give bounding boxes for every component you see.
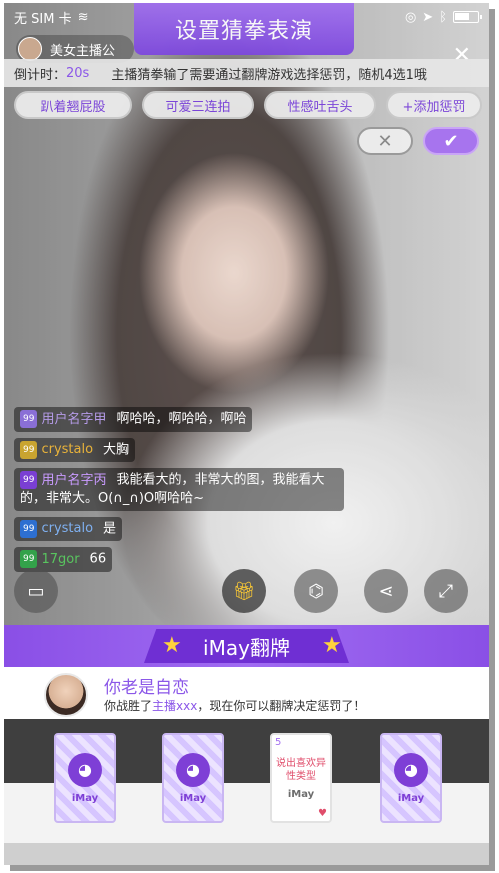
wifi-icon: ≋: [77, 9, 89, 25]
level-badge: 99: [20, 550, 38, 568]
punishment-option[interactable]: 趴着翘屁股: [14, 91, 132, 119]
winner-name: 你老是自恋: [104, 678, 189, 698]
punishment-option[interactable]: 性感吐舌头: [264, 91, 376, 119]
cancel-button[interactable]: ✕: [357, 127, 413, 155]
chat-text: 66: [89, 551, 107, 567]
chat-text: 大胸: [103, 442, 130, 457]
chat-username[interactable]: crystalo: [41, 521, 93, 536]
modal-title: iMay翻牌: [203, 635, 290, 660]
phone-screen: 无 SIM 卡 ≋ ◎ ➤ ᛒ 设置猜拳表演 美女主播公 ✕ 倒计时： 20s …: [4, 3, 489, 865]
level-badge: 99: [20, 440, 38, 459]
confirm-row: ✕ ✔: [357, 127, 479, 155]
card-back[interactable]: ◕ iMay: [162, 733, 224, 823]
level-badge: 99: [20, 410, 38, 428]
winner-info: 你老是自恋 你战胜了主播xxx，现在你可以翻牌决定惩罚了！: [4, 667, 489, 719]
level-badge: 99: [20, 471, 38, 489]
chat-text: 啊哈哈，啊哈哈，啊哈: [116, 411, 247, 427]
punishment-options: 趴着翘屁股 可爱三连拍 性感吐舌头 +添加惩罚: [4, 91, 489, 125]
bluetooth-icon: ᛒ: [439, 9, 447, 25]
check-icon: ✔: [443, 130, 459, 152]
card-front[interactable]: 5 说出喜欢异性类型 iMay ♥: [270, 733, 332, 823]
heart-icon: ♥: [318, 808, 327, 819]
imay-logo-icon: ◕: [176, 752, 210, 787]
punishment-option[interactable]: 可爱三连拍: [142, 91, 254, 119]
chat-message: 99 用户名字甲 啊哈哈，啊哈哈，啊哈: [14, 407, 253, 432]
carrier-label: 无 SIM 卡: [14, 11, 72, 27]
lock-icon: ◎: [404, 9, 417, 25]
card-back[interactable]: ◕ iMay: [54, 733, 116, 823]
share-icon[interactable]: ⋖: [364, 569, 408, 613]
topic-text: 主播猜拳输了需要通过翻牌游戏选择惩罚，随机4选1哦: [111, 67, 427, 83]
chat-username[interactable]: 用户名字丙: [41, 473, 106, 488]
location-icon: ➤: [422, 9, 434, 25]
imay-logo-icon: ◕: [394, 752, 428, 787]
chat-text: 是: [103, 521, 117, 536]
chat-message: 99 用户名字丙 我能看大的，非常大的图，我能看大的，非常大。O(∩_∩)O啊哈哈~: [14, 468, 344, 511]
host-link[interactable]: 主播xxx: [152, 699, 197, 713]
page-title: 设置猜拳表演: [134, 3, 354, 55]
level-badge: 99: [20, 519, 38, 538]
confirm-button[interactable]: ✔: [423, 127, 479, 155]
add-punishment-button[interactable]: +添加惩罚: [386, 91, 482, 119]
winner-message: 你战胜了主播xxx，现在你可以翻牌决定惩罚了！: [104, 699, 366, 713]
star-icon: ★: [322, 633, 342, 658]
chat-list: 99 用户名字甲 啊哈哈，啊哈哈，啊哈 99 crystalo 大胸 99 用户名字丙 我能…: [14, 407, 354, 578]
star-icon: ★: [162, 633, 182, 658]
chat-message: 99 crystalo 大胸: [14, 437, 136, 462]
chat-username[interactable]: 用户名字甲: [41, 412, 106, 427]
chat-username[interactable]: crystalo: [41, 442, 93, 457]
chat-message: 99 crystalo 是: [14, 516, 123, 541]
flip-card-modal: ★ iMay翻牌 ★ 你老是自恋 你战胜了主播xxx，现在你可以翻牌决定惩罚了！…: [4, 625, 489, 865]
modal-header: ★ iMay翻牌 ★: [4, 625, 489, 667]
chat-username[interactable]: 17gor: [41, 552, 79, 567]
countdown-value: 20s: [66, 65, 90, 81]
gamepad-icon[interactable]: ⌬: [294, 569, 338, 613]
host-name: 美女主播公: [50, 43, 116, 59]
chat-message: 99 17gor 66: [14, 547, 113, 572]
bottom-toolbar: ▭ 🎁︎ ⌬ ⋖ ⤢: [4, 569, 489, 619]
chat-icon[interactable]: ▭: [14, 569, 58, 613]
gift-icon[interactable]: 🎁︎: [222, 569, 266, 613]
fullscreen-icon[interactable]: ⤢: [424, 569, 468, 613]
battery-icon: [453, 11, 482, 23]
close-icon: ✕: [377, 130, 393, 152]
countdown-label: 倒计时：: [14, 67, 67, 83]
avatar: [44, 673, 88, 717]
topic-bar: 倒计时： 20s 主播猜拳输了需要通过翻牌游戏选择惩罚，随机4选1哦: [4, 59, 489, 87]
card-back[interactable]: ◕ iMay: [380, 733, 442, 823]
card-text: 说出喜欢异性类型: [276, 757, 326, 782]
imay-logo-icon: ◕: [68, 752, 102, 787]
host-avatar: [18, 37, 42, 61]
card-rank: 5: [275, 737, 282, 748]
